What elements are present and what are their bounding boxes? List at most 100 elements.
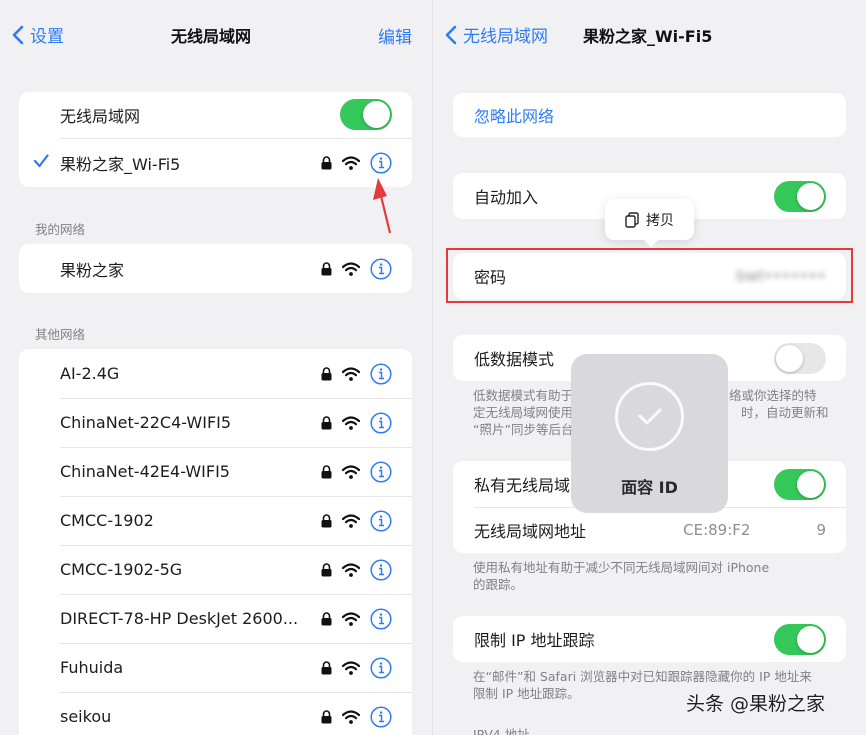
note-line: 在“邮件”和 Safari 浏览器中对已知跟踪器隐藏你的 IP 地址来 (473, 669, 812, 684)
wifi-icon (342, 155, 360, 170)
my-networks-header: 我的网络 (35, 222, 86, 237)
forget-network-button[interactable]: 忽略此网络 (474, 103, 554, 127)
info-icon[interactable] (370, 509, 392, 532)
checkmark-icon (638, 408, 661, 424)
wlan-address-tail: 9 (816, 521, 826, 539)
wifi-icon (342, 366, 360, 381)
password-highlight-box (446, 248, 853, 303)
wlan-address-value: CE:89:F2 9 (683, 521, 826, 539)
lock-icon (321, 513, 332, 527)
network-row[interactable]: 果粉之家 (19, 244, 412, 293)
back-button[interactable]: 无线局域网 (445, 22, 548, 47)
page-title: 无线局域网 (171, 27, 252, 46)
low-data-note-right: 络或你选择的特 时，自动更新和 (729, 387, 849, 421)
ipv4-header: IPV4 地址 (473, 727, 530, 735)
limit-ip-group: 限制 IP 地址跟踪 (453, 616, 846, 662)
face-id-ring (615, 382, 684, 451)
wifi-icon (342, 513, 360, 528)
low-data-label: 低数据模式 (474, 350, 555, 369)
other-networks-header: 其他网络 (35, 327, 86, 342)
info-icon[interactable] (370, 607, 392, 630)
annotation-arrow (373, 178, 392, 234)
checkmark-icon (33, 154, 49, 168)
info-icon[interactable] (370, 411, 392, 434)
wlan-address-prefix: CE:89:F2 (683, 521, 751, 539)
info-icon[interactable] (370, 558, 392, 581)
connected-network-row[interactable]: 果粉之家_Wi-Fi5 (19, 138, 412, 187)
info-icon[interactable] (370, 656, 392, 679)
network-name: 果粉之家 (60, 260, 125, 280)
wlan-group: 无线局域网 果粉之家_Wi-Fi5 (19, 92, 412, 187)
limit-ip-label: 限制 IP 地址跟踪 (474, 631, 595, 650)
note-line: 络或你选择的特 (729, 388, 817, 403)
wifi-icon (342, 660, 360, 675)
private-address-toggle[interactable] (774, 469, 826, 500)
network-row[interactable]: CMCC-1902-5G (19, 545, 412, 594)
wifi-icon (342, 464, 360, 479)
wlan-label: 无线局域网 (60, 107, 141, 126)
my-networks-group: 果粉之家 (19, 244, 412, 293)
private-address-label: 私有无线局域 (474, 476, 571, 495)
face-id-hud: 面容 ID (571, 354, 728, 513)
wifi-icon (342, 709, 360, 724)
note-line: 的跟踪。 (473, 577, 524, 592)
network-row[interactable]: AI-2.4G (19, 349, 412, 398)
low-data-toggle[interactable] (774, 343, 826, 374)
lock-icon (321, 415, 332, 429)
limit-ip-row: 限制 IP 地址跟踪 (453, 616, 846, 662)
network-name: ChinaNet-42E4-WIFI5 (60, 462, 230, 481)
note-line: 使用私有地址有助于减少不同无线局域网间对 iPhone (473, 560, 770, 575)
network-name: ChinaNet-22C4-WIFI5 (60, 413, 232, 432)
lock-icon (321, 660, 332, 674)
edit-button[interactable]: 编辑 (378, 23, 412, 48)
back-button[interactable]: 设置 (12, 22, 64, 47)
network-name: seikou (60, 707, 112, 726)
chevron-left-icon (12, 25, 24, 44)
network-name: CMCC-1902 (60, 511, 154, 530)
network-row[interactable]: ChinaNet-22C4-WIFI5 (19, 398, 412, 447)
limit-ip-toggle[interactable] (774, 624, 826, 655)
info-icon[interactable] (370, 362, 392, 385)
wifi-icon (342, 261, 360, 276)
lock-icon (321, 709, 332, 723)
wlan-toggle[interactable] (340, 99, 392, 130)
info-icon[interactable] (370, 460, 392, 483)
network-name: AI-2.4G (60, 364, 120, 383)
watermark: 头条 @果粉之家 (686, 693, 826, 715)
network-row[interactable]: seikou (19, 692, 412, 735)
network-name: Fuhuida (60, 658, 124, 677)
network-row[interactable]: DIRECT-78-HP DeskJet 2600... (19, 594, 412, 643)
nav-bar: 设置 无线局域网 编辑 (0, 0, 432, 70)
note-line: 时，自动更新和 (741, 405, 829, 420)
wifi-icon (342, 562, 360, 577)
back-label: 无线局域网 (463, 27, 548, 47)
forget-group: 忽略此网络 (453, 93, 846, 137)
face-id-label: 面容 ID (621, 478, 678, 497)
page-title: 果粉之家_Wi-Fi5 (583, 27, 713, 46)
auto-join-toggle[interactable] (774, 181, 826, 212)
info-icon[interactable] (370, 257, 392, 280)
network-row[interactable]: CMCC-1902 (19, 496, 412, 545)
copy-popover[interactable]: 拷贝 (605, 199, 694, 247)
info-icon[interactable] (370, 705, 392, 728)
network-row[interactable]: ChinaNet-42E4-WIFI5 (19, 447, 412, 496)
other-networks-group: AI-2.4G ChinaNet-22C4-WIFI5 ChinaNet-42E4-… (19, 349, 412, 735)
network-name: DIRECT-78-HP DeskJet 2600... (60, 609, 299, 628)
private-address-note: 使用私有地址有助于减少不同无线局域网间对 iPhone 的跟踪。 (473, 559, 843, 593)
copy-label: 拷贝 (646, 212, 674, 229)
nav-bar: 无线局域网 果粉之家_Wi-Fi5 (433, 0, 866, 70)
network-row[interactable]: Fuhuida (19, 643, 412, 692)
chevron-left-icon (445, 25, 457, 44)
lock-icon (321, 562, 332, 576)
lock-icon (321, 611, 332, 625)
lock-icon (321, 155, 332, 169)
auto-join-label: 自动加入 (474, 188, 539, 207)
network-name: CMCC-1902-5G (60, 560, 183, 579)
lock-icon (321, 366, 332, 380)
wifi-icon (342, 611, 360, 626)
forget-network-row[interactable]: 忽略此网络 (453, 93, 846, 137)
lock-icon (321, 464, 332, 478)
info-icon[interactable] (370, 151, 392, 174)
wlan-address-row: 无线局域网地址 CE:89:F2 9 (453, 507, 846, 553)
wifi-icon (342, 415, 360, 430)
